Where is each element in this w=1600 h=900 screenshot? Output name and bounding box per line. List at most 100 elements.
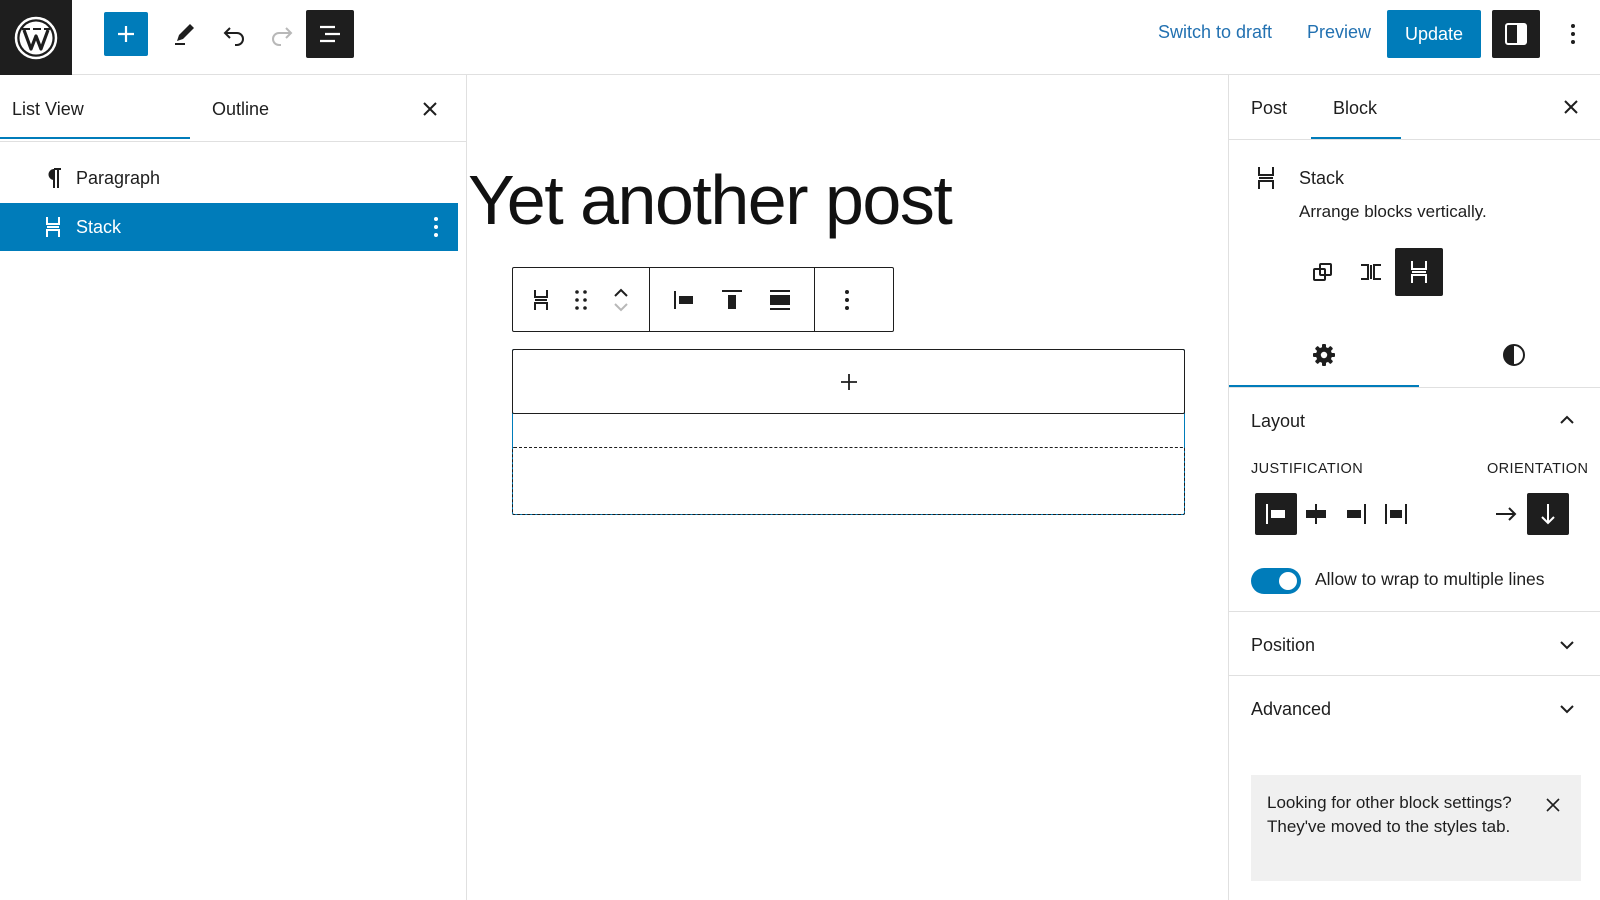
list-view-panel: List View Outline Paragraph Stack (0, 75, 467, 900)
layout-panel-title[interactable]: Layout (1251, 411, 1305, 432)
close-list-view-button[interactable] (416, 95, 444, 123)
advanced-panel-title[interactable]: Advanced (1251, 699, 1331, 720)
block-options-icon[interactable] (424, 215, 448, 239)
layout-collapse-toggle[interactable] (1551, 405, 1583, 435)
justify-right-icon (1347, 504, 1366, 524)
block-card-title: Stack (1299, 168, 1345, 188)
tab-styles[interactable] (1419, 327, 1600, 383)
tab-settings[interactable] (1229, 327, 1419, 383)
divider (1229, 611, 1600, 612)
orientation-horizontal-button[interactable] (1485, 493, 1527, 535)
post-title[interactable]: Yet another post (468, 160, 953, 240)
tools-button[interactable] (162, 12, 206, 56)
arrow-right-icon (1496, 507, 1517, 521)
toggle-knob (1279, 572, 1297, 590)
settings-sidebar: Post Block Stack Arrange blocks vertical… (1228, 75, 1600, 900)
block-appender[interactable] (512, 349, 1185, 414)
chevron-down-icon (1560, 705, 1574, 714)
wrap-toggle-label: Allow to wrap to multiple lines (1315, 569, 1545, 589)
width-button[interactable] (756, 276, 804, 324)
more-vertical-icon (845, 289, 849, 310)
close-settings-button[interactable] (1557, 93, 1585, 121)
add-block-button[interactable] (104, 12, 148, 56)
justify-stretch-button[interactable] (1375, 493, 1417, 535)
redo-button[interactable] (260, 12, 304, 56)
row-icon (1361, 264, 1381, 280)
list-view-icon (320, 25, 340, 43)
paragraph-icon (36, 166, 70, 190)
divider (1229, 675, 1600, 676)
justify-left-button[interactable] (1255, 493, 1297, 535)
wrap-toggle[interactable] (1251, 568, 1301, 594)
advanced-expand-toggle[interactable] (1551, 694, 1583, 724)
justify-center-button[interactable] (1295, 493, 1337, 535)
variation-row-button[interactable] (1347, 248, 1395, 296)
justify-button[interactable] (660, 276, 708, 324)
align-wide-icon (770, 289, 790, 310)
plus-icon (840, 373, 857, 390)
tab-block[interactable]: Block (1333, 98, 1377, 119)
divider (0, 141, 467, 142)
settings-moved-notice: Looking for other block settings? They'v… (1251, 775, 1581, 881)
variation-stack-button[interactable] (1395, 248, 1443, 296)
move-buttons (601, 276, 641, 324)
block-toolbar-group-parent (513, 268, 650, 331)
block-card-description: Arrange blocks vertically. (1299, 202, 1487, 221)
stack-icon (1411, 261, 1427, 283)
list-item-label: Stack (76, 216, 122, 237)
chevron-down-icon[interactable] (611, 300, 631, 314)
document-overview-button[interactable] (306, 10, 354, 58)
more-vertical-icon (1571, 24, 1575, 44)
list-item-paragraph[interactable]: Paragraph (0, 154, 458, 202)
update-button[interactable]: Update (1387, 10, 1481, 58)
orientation-label: ORIENTATION (1487, 461, 1589, 477)
divider (1229, 139, 1600, 140)
block-transform-button[interactable] (521, 276, 561, 324)
undo-icon (223, 27, 244, 46)
arrow-down-icon (1541, 504, 1555, 525)
wordpress-logo[interactable] (0, 0, 72, 75)
position-panel-title[interactable]: Position (1251, 635, 1315, 656)
settings-button[interactable] (1492, 10, 1540, 58)
undo-button[interactable] (212, 12, 256, 56)
redo-icon (272, 27, 293, 46)
position-expand-toggle[interactable] (1551, 630, 1583, 660)
contrast-icon (1503, 344, 1525, 366)
wordpress-icon (14, 16, 58, 59)
tab-outline[interactable]: Outline (212, 99, 269, 120)
switch-to-draft-button[interactable]: Switch to draft (1158, 22, 1272, 43)
justify-center-icon (1306, 504, 1326, 524)
variation-group-button[interactable] (1299, 248, 1347, 296)
block-toolbar-group-layout (650, 268, 815, 331)
chevron-up-icon[interactable] (611, 286, 631, 300)
dismiss-notice-button[interactable] (1541, 793, 1565, 817)
drop-zone (512, 447, 1185, 515)
pencil-icon (175, 24, 194, 45)
editor-header: Switch to draft Preview Update (0, 0, 1600, 75)
align-top-icon (722, 289, 742, 309)
divider (1229, 387, 1600, 388)
tab-list-view[interactable]: List View (12, 99, 84, 120)
plus-icon (118, 26, 134, 42)
preview-button[interactable]: Preview (1307, 22, 1371, 43)
drag-handle[interactable] (561, 276, 601, 324)
stack-icon (1255, 165, 1279, 191)
justify-right-button[interactable] (1335, 493, 1377, 535)
orientation-vertical-button[interactable] (1527, 493, 1569, 535)
chevron-down-icon (1560, 641, 1574, 650)
block-options-button[interactable] (827, 276, 867, 324)
drag-handle-icon (575, 289, 587, 310)
chevron-up-icon (1560, 415, 1574, 424)
list-item-stack[interactable]: Stack (0, 203, 458, 251)
vertical-align-button[interactable] (708, 276, 756, 324)
close-icon (423, 102, 437, 116)
block-toolbar-group-options (815, 268, 879, 331)
justification-label: JUSTIFICATION (1251, 461, 1364, 477)
options-button[interactable] (1558, 14, 1588, 54)
list-item-label: Paragraph (76, 167, 161, 188)
justify-left-icon (674, 290, 693, 309)
tab-post[interactable]: Post (1251, 98, 1287, 119)
notice-text: Looking for other block settings? They'v… (1267, 793, 1512, 836)
close-icon (1564, 100, 1578, 114)
justify-left-icon (1266, 504, 1285, 524)
